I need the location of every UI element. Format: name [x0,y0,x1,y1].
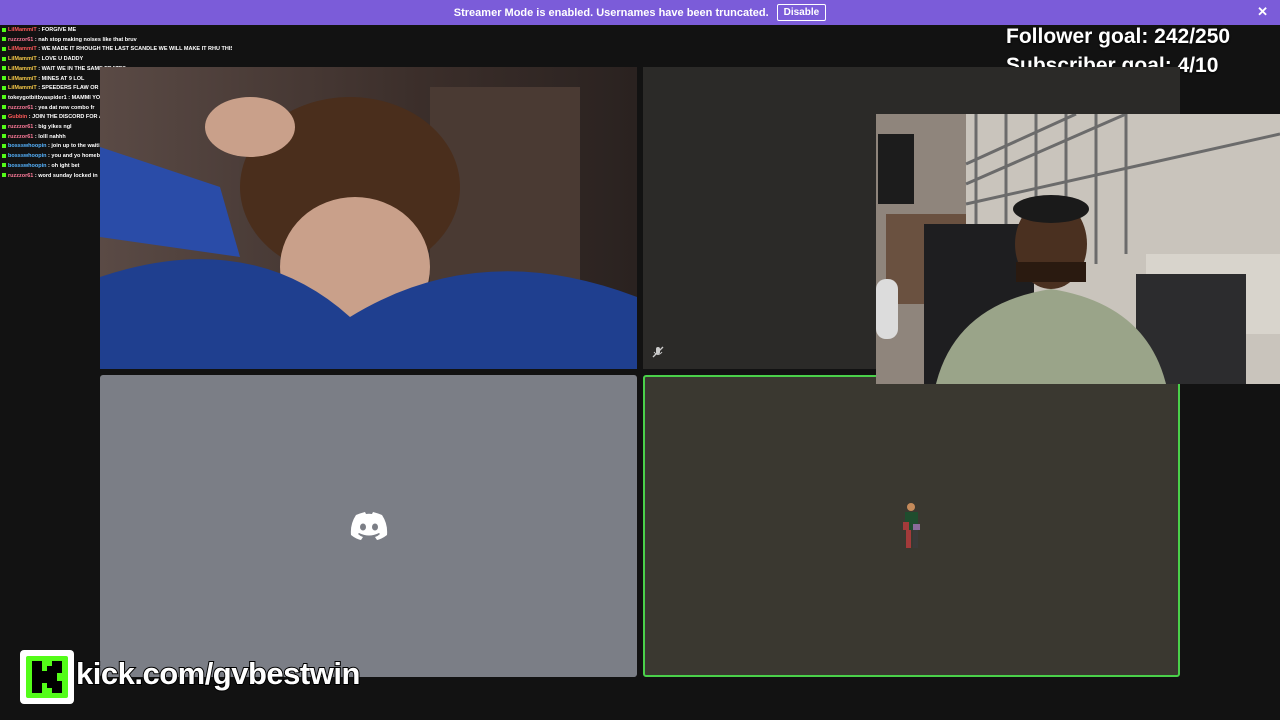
chat-badge-icon [2,27,6,32]
kick-logo-mark [26,656,68,698]
chat-username[interactable]: bossswhoopin [8,153,47,159]
kick-logo [20,650,74,704]
chat-badge-icon [2,46,6,51]
chat-username[interactable]: ruzzzor61 [8,105,33,111]
chat-message: LilMammiT : WE MADE IT RHOUGH THE LAST S… [2,45,232,55]
chat-text: WE MADE IT RHOUGH THE LAST SCANDLE WE WI… [41,46,232,53]
participant-video-feed [100,67,637,369]
chat-text: FORGIVE ME [41,27,77,33]
chat-username[interactable]: LilMammiT [8,66,37,72]
chat-text: word sunday locked in [38,172,98,179]
disable-button[interactable]: Disable [776,4,827,21]
chat-badge-icon [2,105,6,110]
mic-muted-icon [652,346,664,358]
chat-badge-icon [2,163,6,168]
channel-url: kick.com/gvbestwin [75,655,361,692]
chat-username[interactable]: LilMammiT [8,46,37,52]
chat-username[interactable]: LilMammiT [8,85,37,91]
chat-message: LilMammiT : FORGIVE ME [2,26,232,36]
chat-message: ruzzzor61 : nah stop making noises like … [2,36,232,46]
chat-text: LOVE U DADDY [41,56,84,63]
chat-badge-icon [2,153,6,158]
chat-badge-icon [2,76,6,81]
chat-text: oh ight bet [51,162,80,169]
chat-username[interactable]: ruzzzor61 [8,124,33,130]
chat-badge-icon [2,173,6,178]
chat-badge-icon [2,95,6,100]
chat-text: big yikes ngl [38,124,72,131]
chat-username[interactable]: bossswhoopin [8,143,47,149]
chat-text: lolll nahhh [38,133,66,140]
chat-username[interactable]: LilMammiT [8,56,37,62]
chat-username[interactable]: ruzzzor61 [8,134,33,140]
chat-username[interactable]: bossswhoopin [8,163,47,169]
chat-username[interactable]: Gubbin [8,114,27,120]
chat-username[interactable]: LilMammiT [8,76,37,82]
follower-goal: Follower goal: 242/250 [1006,25,1231,48]
chat-username[interactable]: ruzzzor61 [8,173,33,179]
chat-badge-icon [2,37,6,42]
banner-message: Streamer Mode is enabled. Usernames have… [453,6,769,19]
chat-text: nah stop making noises like that bruv [38,36,137,43]
chat-text: yea dat new combo fr [38,104,95,111]
chat-badge-icon [2,114,6,119]
participant-video-tile[interactable] [100,67,637,369]
avatar [903,503,920,548]
chat-message: LilMammiT : LOVE U DADDY [2,55,232,65]
chat-badge-icon [2,56,6,61]
chat-username[interactable]: ruzzzor61 [8,37,33,43]
chat-username[interactable]: tokeygotbitbyaspider1 [8,95,67,101]
chat-badge-icon [2,66,6,71]
close-icon[interactable]: ✕ [1257,4,1268,20]
chat-badge-icon [2,124,6,129]
streamer-webcam [876,114,1280,384]
chat-badge-icon [2,143,6,148]
chat-username[interactable]: LilMammiT [8,27,37,33]
chat-badge-icon [2,134,6,139]
discord-icon [350,512,388,540]
chat-text: MINES AT 9 LOL [41,75,85,82]
chat-badge-icon [2,85,6,90]
